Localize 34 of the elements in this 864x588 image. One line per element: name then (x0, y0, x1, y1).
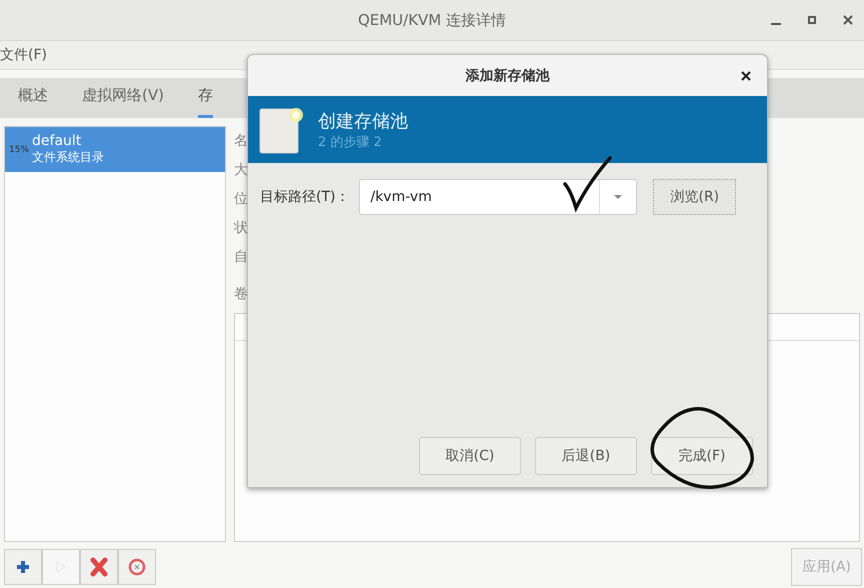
step-text: 2 的步骤 2 (318, 134, 383, 150)
detail-label: 自 (234, 248, 248, 266)
add-pool-button[interactable] (4, 549, 42, 585)
caret-icon (613, 194, 624, 200)
field-label: 目标路径(T)： (260, 188, 350, 206)
usage-text: 15% (9, 144, 30, 154)
checkmark-drawing (562, 154, 614, 214)
stop-pool-button[interactable] (118, 549, 156, 585)
volumes-label: 卷 (234, 285, 248, 303)
detail-label: 大 (234, 161, 248, 179)
stop-icon (128, 558, 146, 576)
pool-name: default (32, 133, 82, 149)
delete-icon (90, 557, 108, 577)
maximize-icon[interactable] (806, 14, 818, 26)
close-icon[interactable] (842, 14, 854, 26)
browse-button[interactable]: 浏览(R) (653, 179, 736, 215)
tab[interactable]: 存 (198, 86, 213, 118)
tab[interactable]: 虚拟网络(V) (82, 86, 164, 118)
tab[interactable]: 概述 (18, 86, 48, 118)
detail-label: 状 (234, 219, 248, 237)
detail-label: 位 (234, 190, 248, 208)
dialog-button[interactable]: 后退(B) (535, 437, 637, 475)
dialog-button[interactable]: 取消(C) (419, 437, 521, 475)
dialog-button[interactable]: 完成(F) (651, 437, 753, 475)
close-icon[interactable] (741, 71, 751, 81)
pool-type: 文件系统目录 (32, 149, 104, 166)
menu-item[interactable]: 文件(F) (0, 46, 49, 64)
header-title: 创建存储池 (318, 110, 408, 132)
window-title: QEMU/KVM 连接详情 (358, 10, 506, 30)
path-combo-field[interactable]: /kvm-vm (359, 179, 638, 215)
plus-icon (16, 560, 30, 574)
delete-pool-button[interactable] (80, 549, 118, 585)
detail-label: 名 (234, 132, 248, 150)
dialog-title: 添加新存储池 (466, 66, 550, 84)
